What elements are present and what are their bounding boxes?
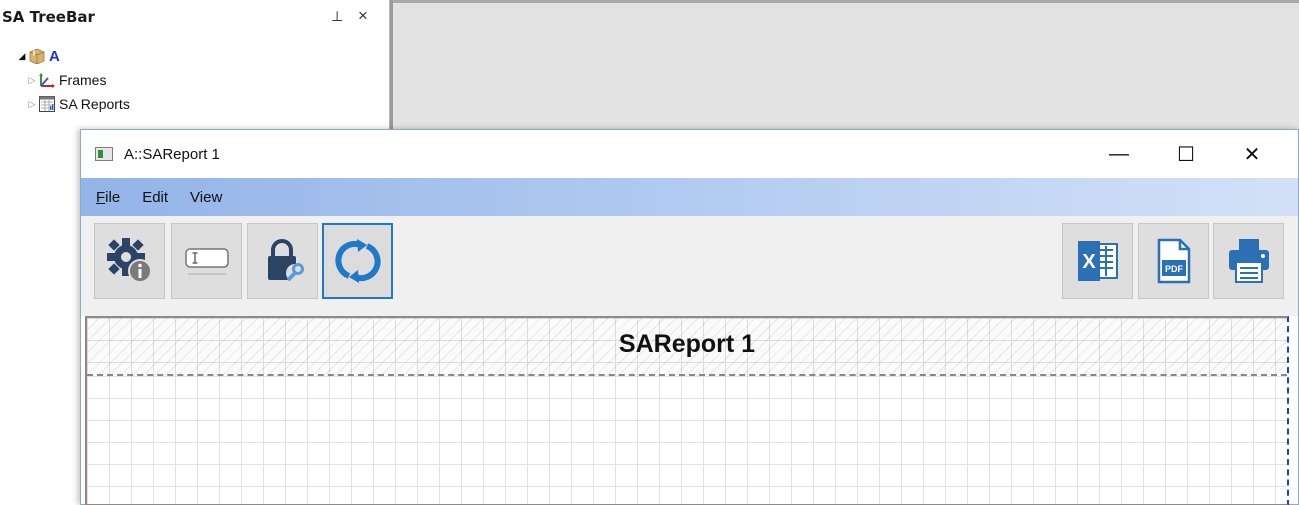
axes-icon <box>39 73 55 88</box>
report-window: A::SAReport 1 — ☐ ✕ File Edit View X PDF… <box>80 129 1299 505</box>
pin-icon[interactable]: ⊥ <box>331 8 343 25</box>
window-app-icon <box>95 147 113 161</box>
refresh-icon <box>334 239 381 283</box>
lock-button[interactable] <box>247 223 318 299</box>
tree-item-frames[interactable]: ▷ Frames <box>26 70 106 90</box>
maximize-button[interactable]: ☐ <box>1156 130 1216 178</box>
pdf-icon: PDF <box>1157 238 1190 284</box>
report-title[interactable]: SAReport 1 <box>87 330 1287 359</box>
report-body-band[interactable] <box>87 376 1287 504</box>
expand-open-icon[interactable]: ◢ <box>16 51 28 62</box>
minimize-button[interactable]: — <box>1089 130 1149 178</box>
refresh-button[interactable] <box>322 223 393 299</box>
menu-view[interactable]: View <box>190 189 222 206</box>
report-design-surface[interactable]: SAReport 1 <box>85 316 1289 505</box>
close-icon[interactable]: × <box>358 6 368 26</box>
tree-item-label: Frames <box>59 72 107 88</box>
excel-icon: X <box>1077 241 1118 281</box>
export-excel-button[interactable]: X <box>1062 223 1133 299</box>
expand-closed-icon[interactable]: ▷ <box>26 75 38 86</box>
printer-icon <box>1228 239 1269 283</box>
tree-item-label: SA Reports <box>59 96 130 112</box>
settings-info-button[interactable] <box>94 223 165 299</box>
menu-bar: File Edit View <box>81 178 1298 216</box>
expand-closed-icon[interactable]: ▷ <box>26 99 38 110</box>
report-header-band[interactable]: SAReport 1 <box>87 318 1287 376</box>
menu-file-mnemonic: F <box>96 188 106 206</box>
tree-item-sa-reports[interactable]: ▷ SA Reports <box>26 94 130 114</box>
settings-info-icon <box>106 238 152 283</box>
window-title: A::SAReport 1 <box>124 146 220 163</box>
label-field-button[interactable] <box>171 223 242 299</box>
export-pdf-button[interactable]: PDF <box>1138 223 1209 299</box>
tree-item-root[interactable]: ◢ A <box>16 46 60 66</box>
menu-file-rest: ile <box>105 188 121 206</box>
report-icon <box>39 96 55 112</box>
tree-root-label: A <box>49 47 60 65</box>
lock-key-icon <box>267 239 304 282</box>
box-icon <box>29 48 45 64</box>
excel-letter: X <box>1082 251 1096 273</box>
label-field-icon <box>184 248 229 275</box>
treebar-title: SA TreeBar <box>2 8 95 26</box>
window-titlebar[interactable]: A::SAReport 1 — ☐ ✕ <box>81 130 1298 178</box>
close-button[interactable]: ✕ <box>1222 130 1282 178</box>
menu-file[interactable]: File <box>96 189 120 206</box>
toolbar: X PDF <box>81 216 1298 316</box>
print-button[interactable] <box>1213 223 1284 299</box>
pdf-label: PDF <box>1165 264 1184 274</box>
menu-edit[interactable]: Edit <box>142 189 168 206</box>
